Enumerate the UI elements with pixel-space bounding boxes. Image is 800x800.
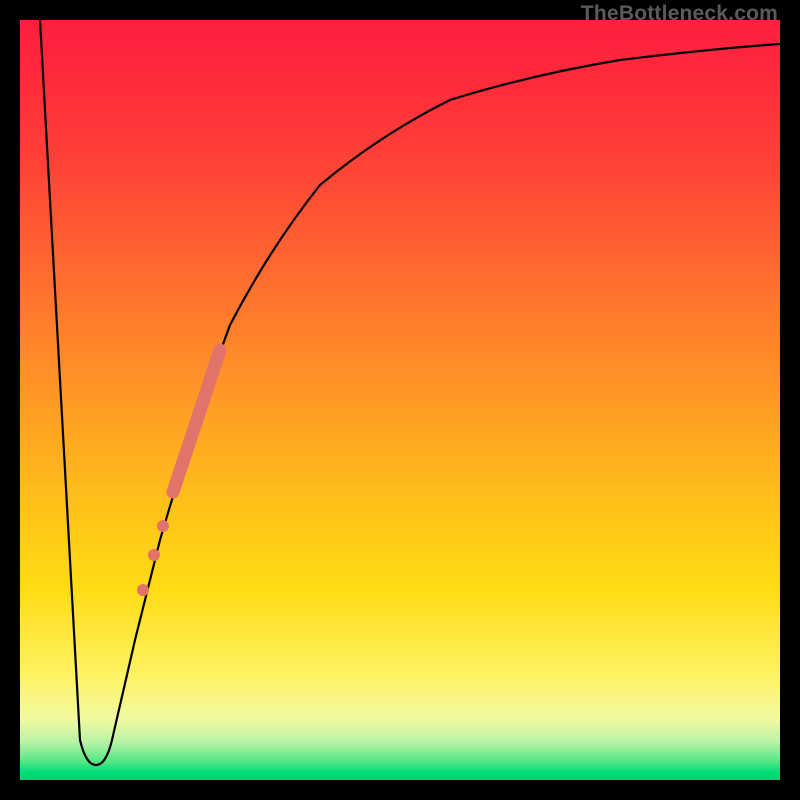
plot-area xyxy=(20,20,780,780)
curve-svg xyxy=(20,20,780,780)
attribution-text: TheBottleneck.com xyxy=(581,2,778,26)
chart-container: TheBottleneck.com xyxy=(0,0,800,800)
overlay-thick-segment xyxy=(173,350,220,492)
overlay-dot-1 xyxy=(157,520,169,532)
overlay-dot-2 xyxy=(148,549,160,561)
bottleneck-curve xyxy=(40,20,780,765)
overlay-dot-3 xyxy=(137,584,149,596)
